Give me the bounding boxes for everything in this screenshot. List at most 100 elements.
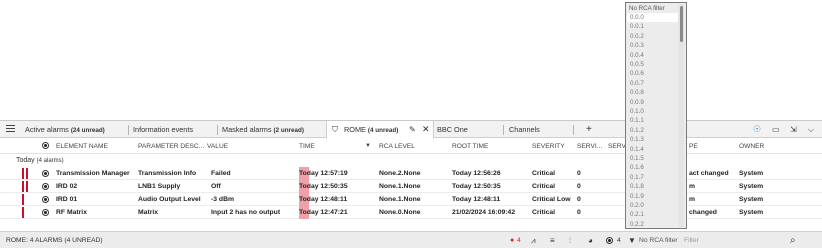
rca-filter-option[interactable]: 0.0.7 xyxy=(627,79,679,88)
rca-filter-option[interactable]: 0.1.1 xyxy=(627,116,679,125)
cell-service: 0 xyxy=(577,183,581,190)
list-view-icon[interactable]: ≡ xyxy=(550,232,555,248)
pin-icon[interactable]: ⇲ xyxy=(790,121,797,138)
severity-indicator xyxy=(22,194,24,205)
cell-time: Today 12:57:19 xyxy=(299,167,348,180)
rca-filter-option[interactable]: 0.0.6 xyxy=(627,69,679,78)
header-root-time[interactable]: ROOT TIME xyxy=(452,139,488,154)
cell-service: 0 xyxy=(577,196,581,203)
add-tab-icon[interactable]: + xyxy=(586,121,592,138)
edit-pencil-icon[interactable]: ✎ xyxy=(409,121,416,138)
header-element-name[interactable]: ELEMENT NAME xyxy=(56,139,108,154)
tab-masked-alarms[interactable]: Masked alarms (2 unread) xyxy=(222,121,304,138)
rca-filter-option-none[interactable]: No RCA filter xyxy=(627,4,679,13)
filter-funnel-icon[interactable]: ▼ xyxy=(628,232,636,248)
rca-filter-option[interactable]: 0.1.0 xyxy=(627,107,679,116)
table-row[interactable]: RF Matrix Matrix Input 2 has no output T… xyxy=(0,206,822,219)
rca-filter-option[interactable]: 0.2.1 xyxy=(627,210,679,219)
cell-parameter: Audio Output Level xyxy=(138,196,201,203)
tab-label: Active alarms xyxy=(25,125,71,134)
chart-icon[interactable]: ⩘ xyxy=(531,232,536,248)
tab-information-events[interactable]: Information events xyxy=(133,121,193,138)
hamburger-menu-icon[interactable] xyxy=(6,125,15,133)
rca-filter-option[interactable]: 0.2.0 xyxy=(627,201,679,210)
tab-bbc-one[interactable]: BBC One xyxy=(437,121,468,138)
sort-lines-icon[interactable]: ⫶ xyxy=(569,232,571,248)
tab-unread-count: (4 unread) xyxy=(367,127,399,134)
rca-filter-option[interactable]: 0.1.3 xyxy=(627,135,679,144)
tab-rome[interactable]: ⛉ ROME (4 unread) ✎ ✕ xyxy=(326,121,434,139)
severity-indicator xyxy=(26,168,28,179)
alarm-count: 4 xyxy=(517,237,521,244)
chevron-down-icon[interactable]: ⌵ xyxy=(808,121,814,138)
cell-severity: Critical Low xyxy=(532,196,571,203)
search-icon[interactable]: ⌕ xyxy=(790,232,796,248)
sort-descending-icon[interactable]: ▼ xyxy=(365,139,371,154)
header-severity[interactable]: SEVERITY xyxy=(532,139,565,154)
row-radio-icon[interactable] xyxy=(42,196,49,203)
row-radio-icon[interactable] xyxy=(42,209,49,216)
tab-bar: Active alarms (24 unread) Information ev… xyxy=(0,121,822,139)
table-row[interactable]: IRD 01 Audio Output Level -3 dBm Today 1… xyxy=(0,193,822,206)
radio-filter-icon[interactable] xyxy=(606,237,613,244)
rca-filter-select[interactable]: No RCA filter xyxy=(639,232,678,248)
pie-chart-icon[interactable]: ◕ xyxy=(588,232,593,248)
tab-channels[interactable]: Channels xyxy=(509,121,540,138)
cell-service: 0 xyxy=(577,209,581,216)
lightbulb-icon[interactable]: ☉ xyxy=(753,121,761,138)
rca-filter-option[interactable]: 0.0.1 xyxy=(627,22,679,31)
window-icon[interactable]: ▭ xyxy=(772,121,780,138)
severity-indicator xyxy=(26,181,28,192)
status-summary: ROME: 4 ALARMS (4 UNREAD) xyxy=(6,237,103,244)
cell-root-time: Today 12:50:35 xyxy=(452,183,501,190)
rca-filter-option[interactable]: 0.0.3 xyxy=(627,41,679,50)
dropdown-scrollbar-thumb[interactable] xyxy=(680,6,683,42)
rca-filter-option[interactable]: 0.1.6 xyxy=(627,163,679,172)
cell-root-time: Today 12:56:26 xyxy=(452,170,501,177)
rca-filter-option[interactable]: 0.0.9 xyxy=(627,98,679,107)
row-radio-icon[interactable] xyxy=(42,183,49,190)
row-radio-icon[interactable] xyxy=(42,170,49,177)
cell-root-time: 21/02/2024 16:09:42 xyxy=(452,209,516,216)
group-header-today[interactable]: Today (4 alarms) xyxy=(16,155,64,166)
radio-column-icon[interactable] xyxy=(42,142,49,149)
header-parameter-description[interactable]: PARAMETER DESC... xyxy=(138,139,204,154)
rca-filter-option[interactable]: 0.1.5 xyxy=(627,154,679,163)
rca-filter-option[interactable]: 0.0.0 xyxy=(627,13,679,22)
rca-filter-option[interactable]: 0.1.9 xyxy=(627,192,679,201)
rca-filter-dropdown[interactable]: No RCA filter 0.0.0 0.0.1 0.0.2 0.0.3 0.0.4 0… xyxy=(625,2,687,229)
tab-unread-count: (24 unread) xyxy=(70,127,105,134)
close-tab-icon[interactable]: ✕ xyxy=(422,121,430,138)
cell-type: changed xyxy=(689,209,717,216)
cell-rca-level: None.1.None xyxy=(379,183,421,190)
rca-filter-option[interactable]: 0.0.2 xyxy=(627,32,679,41)
rca-filter-option[interactable]: 0.1.8 xyxy=(627,182,679,191)
tab-label: ROME xyxy=(344,125,368,134)
cell-service: 0 xyxy=(577,170,581,177)
cell-time: Today 12:47:21 xyxy=(299,206,348,219)
cell-owner: System xyxy=(739,170,764,177)
filter-icon: ⛉ xyxy=(332,125,338,134)
tab-label: Masked alarms xyxy=(222,125,274,134)
cell-element: IRD 01 xyxy=(56,196,78,203)
rca-filter-option[interactable]: 0.0.5 xyxy=(627,60,679,69)
table-row[interactable]: IRD 02 LNB1 Supply Off Today 12:50:35 No… xyxy=(0,180,822,193)
rca-filter-option[interactable]: 0.2.2 xyxy=(627,220,679,228)
header-type[interactable]: PE xyxy=(689,139,698,154)
header-rca-level[interactable]: RCA LEVEL xyxy=(379,139,415,154)
rca-filter-option[interactable]: 0.0.8 xyxy=(627,88,679,97)
header-owner[interactable]: OWNER xyxy=(739,139,764,154)
header-service[interactable]: SERVI... xyxy=(577,139,602,154)
tab-active-alarms[interactable]: Active alarms (24 unread) xyxy=(25,121,105,138)
cell-owner: System xyxy=(739,209,764,216)
table-row[interactable]: Transmission Manager Transmission Info F… xyxy=(0,167,822,180)
rca-filter-option[interactable]: 0.1.2 xyxy=(627,126,679,135)
header-time[interactable]: TIME xyxy=(299,139,315,154)
rca-filter-option[interactable]: 0.1.7 xyxy=(627,173,679,182)
cell-element: Transmission Manager xyxy=(56,170,130,177)
alarm-console-panel: Active alarms (24 unread) Information ev… xyxy=(0,120,822,248)
rca-filter-option[interactable]: 0.1.4 xyxy=(627,145,679,154)
filter-input[interactable]: Filter xyxy=(684,235,804,247)
rca-filter-option[interactable]: 0.0.4 xyxy=(627,51,679,60)
header-value[interactable]: VALUE xyxy=(207,139,228,154)
